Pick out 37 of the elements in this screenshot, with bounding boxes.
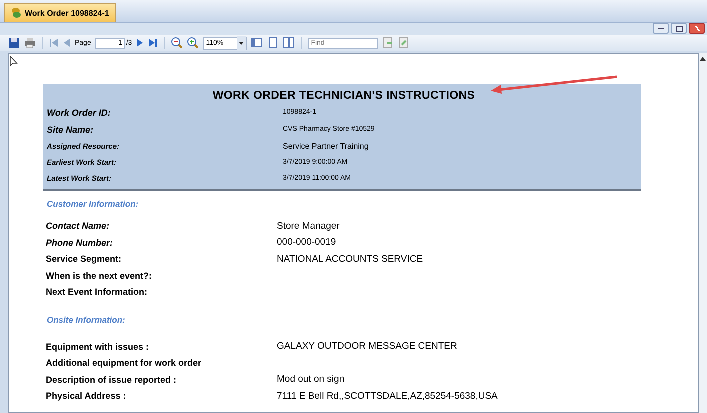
whole-page-icon[interactable] [267, 37, 280, 49]
zoom-out-icon[interactable] [171, 37, 184, 49]
field-value: 7111 E Bell Rd,,SCOTTSDALE,AZ,85254-5638,USA [277, 390, 498, 402]
field-value: NATIONAL ACCOUNTS SERVICE [277, 254, 424, 265]
document-tab[interactable]: Work Order 1098824-1 [4, 3, 116, 22]
scroll-up-icon[interactable] [699, 55, 707, 63]
close-button[interactable] [689, 23, 705, 34]
field-label: Contact Name: [46, 221, 111, 232]
field-label: When is the next event?: [46, 270, 154, 281]
field-value: Mod out on sign [277, 374, 345, 386]
field-label: Additional equipment for work order [46, 358, 203, 368]
coins-icon [11, 7, 22, 19]
minimize-button[interactable] [653, 23, 669, 34]
page-width-icon[interactable] [251, 37, 264, 49]
field-label: Equipment with issues : [46, 342, 150, 352]
field-value: GALAXY OUTDOOR MESSAGE CENTER [277, 341, 458, 352]
maximize-button[interactable] [671, 23, 687, 34]
zoom-in-icon[interactable] [187, 37, 200, 49]
field-label: Service Segment: [46, 254, 123, 264]
section-heading: Onsite Information: [47, 314, 126, 324]
field-label: Next Event Information: [46, 287, 149, 298]
save-icon[interactable] [8, 37, 20, 49]
next-page-icon[interactable] [136, 37, 144, 49]
field-value: Store Manager [277, 220, 340, 232]
last-page-icon[interactable] [148, 37, 158, 49]
report-title: WORK ORDER TECHNICIAN'S INSTRUCTIONS [212, 90, 476, 102]
print-icon[interactable] [24, 37, 36, 49]
field-value: 000-000-0019 [277, 237, 336, 248]
scrollbar[interactable] [699, 53, 707, 413]
section-heading: Customer Information: [47, 199, 140, 209]
field-label: Description of issue reported : [46, 374, 178, 385]
field-label: Phone Number: [46, 238, 114, 248]
field-label: Physical Address : [46, 391, 128, 402]
field-label: Work Order ID: [47, 108, 112, 118]
field-label: Site Name: [47, 124, 95, 134]
two-pages-icon[interactable] [283, 37, 296, 49]
field-value: Service Partner Training [283, 142, 369, 150]
